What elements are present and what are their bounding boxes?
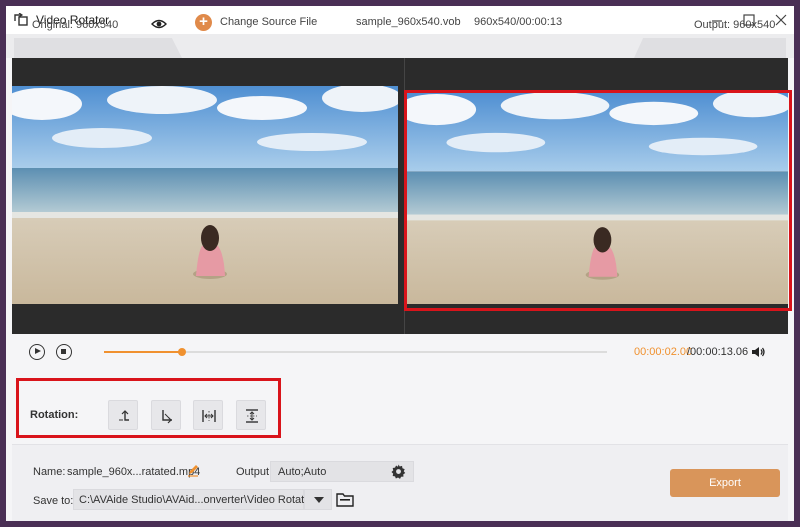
- play-icon[interactable]: [29, 344, 45, 360]
- rotation-label: Rotation:: [30, 409, 79, 421]
- playback-bar: 00:00:02.00 /00:00:13.06: [6, 334, 794, 374]
- export-button[interactable]: Export: [670, 469, 780, 497]
- progress-fill: [104, 351, 183, 353]
- flip-vertical-button[interactable]: [236, 400, 266, 430]
- flip-horizontal-icon: [202, 410, 216, 422]
- save-path-value: C:\AVAide Studio\AVAid...onverter\Video …: [79, 494, 314, 506]
- rotate-left-button[interactable]: [108, 400, 138, 430]
- rotate-app-icon: [14, 12, 28, 27]
- total-time: /00:00:13.06: [687, 346, 749, 358]
- stop-icon[interactable]: [56, 344, 72, 360]
- window-frame: Video Rotator Original: 960x540 + Change…: [0, 0, 800, 527]
- save-path-field[interactable]: C:\AVAide Studio\AVAid...onverter\Video …: [73, 489, 314, 510]
- source-file-name: sample_960x540.vob: [356, 16, 461, 28]
- save-path-dropdown-button[interactable]: [304, 489, 332, 510]
- output-tab: [634, 38, 786, 58]
- progress-track[interactable]: [104, 348, 607, 356]
- add-source-icon[interactable]: +: [195, 14, 212, 31]
- eye-icon[interactable]: [151, 16, 167, 32]
- gear-icon[interactable]: [391, 464, 406, 479]
- output-format-value: Auto;Auto: [278, 466, 327, 478]
- app-window: Video Rotator Original: 960x540 + Change…: [6, 6, 794, 521]
- flip-horizontal-button[interactable]: [193, 400, 223, 430]
- export-settings-bar: Name: sample_960x...ratated.mp4 Output: …: [12, 444, 788, 521]
- output-highlight-box: [404, 90, 792, 311]
- volume-icon[interactable]: [750, 344, 766, 360]
- close-icon[interactable]: [774, 13, 788, 27]
- preview-area: [12, 58, 792, 334]
- output-file-name: sample_960x...ratated.mp4: [67, 466, 201, 478]
- rotation-panel: Rotation:: [12, 374, 788, 444]
- output-format-select[interactable]: Auto;Auto: [270, 461, 414, 482]
- original-video-preview: [12, 86, 398, 304]
- rotate-right-button[interactable]: [151, 400, 181, 430]
- original-resolution-label: Original: 960x540: [32, 19, 119, 31]
- output-format-label: Output:: [236, 466, 273, 478]
- progress-thumb[interactable]: [178, 348, 187, 356]
- edit-pencil-icon[interactable]: [186, 463, 200, 477]
- save-to-label: Save to:: [33, 495, 74, 507]
- output-resolution-label: Output: 960x540: [694, 19, 776, 31]
- name-label: Name:: [33, 466, 66, 478]
- rotate-left-icon: [119, 410, 129, 421]
- source-file-meta: 960x540/00:00:13: [474, 16, 563, 28]
- current-time: 00:00:02.00: [634, 346, 693, 358]
- rotate-right-icon: [162, 410, 172, 424]
- change-source-file-button[interactable]: Change Source File: [220, 16, 317, 28]
- original-tab: [14, 38, 182, 58]
- info-bar: [6, 34, 794, 58]
- folder-icon[interactable]: [336, 492, 354, 507]
- flip-vertical-icon: [246, 409, 258, 423]
